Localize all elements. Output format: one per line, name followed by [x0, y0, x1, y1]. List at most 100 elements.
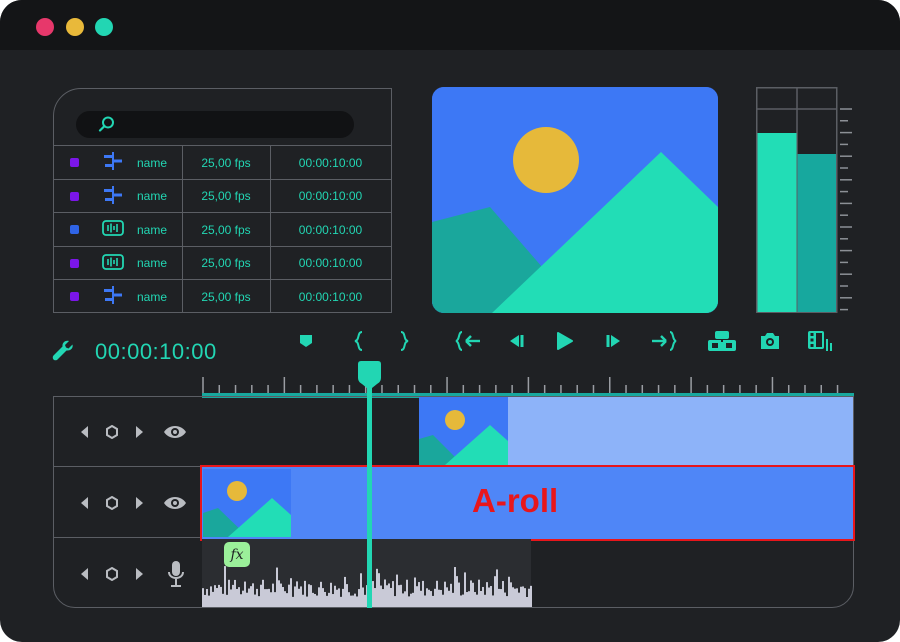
waveform-bar — [324, 591, 326, 607]
waveform-bar — [304, 580, 306, 607]
waveform-bar — [398, 585, 400, 607]
go-to-out-icon[interactable] — [648, 328, 680, 354]
waveform-bar — [300, 586, 302, 607]
step-back-icon[interactable] — [502, 328, 530, 354]
media-row[interactable]: name 25,00 fps 00:00:10:00 — [54, 145, 391, 179]
waveform-bar — [252, 583, 254, 607]
effect-badge[interactable]: fx — [224, 542, 250, 567]
media-row[interactable]: name 25,00 fps 00:00:10:00 — [54, 279, 391, 313]
waveform-bar — [270, 592, 272, 607]
media-name: name — [137, 189, 168, 203]
waveform-bar — [510, 582, 512, 607]
waveform-bar — [210, 586, 212, 607]
waveform-bar — [394, 596, 396, 607]
waveform-bar — [228, 579, 230, 607]
timeline-ruler[interactable] — [0, 360, 900, 400]
audio-wave-icon — [102, 253, 124, 274]
waveform-bar — [422, 580, 424, 607]
media-name-cell: name — [54, 280, 183, 313]
prev-keyframe-icon[interactable] — [81, 397, 89, 466]
waveform-bar — [444, 581, 446, 607]
waveform-bar — [424, 595, 426, 607]
media-fps: 25,00 fps — [182, 246, 271, 280]
media-row[interactable]: name 25,00 fps 00:00:10:00 — [54, 178, 391, 213]
go-to-in-icon[interactable] — [452, 328, 484, 354]
waveform-bar — [432, 595, 434, 607]
waveform-bar — [530, 585, 532, 607]
waveform-bar — [474, 592, 476, 607]
prev-keyframe-icon[interactable] — [81, 468, 89, 537]
waveform-bar — [412, 592, 414, 607]
title-bar — [0, 0, 900, 50]
waveform-bar — [240, 594, 242, 607]
media-duration: 00:00:10:00 — [298, 256, 363, 270]
media-row[interactable]: name 25,00 fps 00:00:10:00 — [54, 245, 391, 280]
waveform-bar — [482, 586, 484, 607]
waveform-bar — [440, 589, 442, 607]
waveform-bar — [246, 592, 248, 607]
playhead[interactable] — [354, 360, 386, 610]
next-keyframe-icon[interactable] — [135, 468, 143, 537]
eye-icon[interactable] — [163, 468, 187, 537]
waveform-bar — [320, 581, 322, 607]
waveform-bar — [298, 588, 300, 607]
mark-in-icon[interactable] — [345, 328, 373, 354]
waveform-bar — [266, 589, 268, 607]
mark-out-icon[interactable] — [390, 328, 418, 354]
waveform-bar — [238, 587, 240, 607]
waveform-bar — [280, 583, 282, 607]
close-button[interactable] — [36, 18, 54, 36]
waveform-bar — [236, 588, 238, 607]
waveform-bar — [274, 592, 276, 607]
marker-icon[interactable] — [292, 328, 320, 354]
waveform-bar — [514, 588, 516, 607]
next-keyframe-icon[interactable] — [135, 539, 143, 609]
waveform-bar — [224, 566, 226, 607]
waveform-bar — [302, 594, 304, 607]
film-settings-icon[interactable] — [805, 328, 837, 354]
waveform-bar — [434, 588, 436, 607]
step-forward-icon[interactable] — [600, 328, 628, 354]
waveform-bar — [396, 574, 398, 607]
waveform-bar — [288, 584, 290, 607]
media-fps: 25,00 fps — [182, 146, 271, 179]
media-duration: 00:00:10:00 — [298, 222, 363, 237]
waveform-bar — [426, 588, 428, 607]
prev-keyframe-icon[interactable] — [81, 539, 89, 609]
waveform-bar — [234, 579, 236, 607]
keyframe-icon[interactable] — [105, 539, 119, 609]
color-tag — [70, 292, 79, 301]
waveform-bar — [294, 586, 296, 607]
waveform-bar — [392, 581, 394, 607]
waveform-bar — [212, 591, 214, 607]
waveform-bar — [486, 582, 488, 607]
waveform-bar — [316, 595, 318, 607]
waveform-bar — [462, 594, 464, 607]
media-row[interactable]: name 25,00 fps 00:00:10:00 — [54, 212, 391, 246]
keyframe-icon[interactable] — [105, 397, 119, 466]
waveform-bar — [306, 596, 308, 607]
video-clip-upper[interactable] — [419, 397, 853, 465]
media-fps: 25,00 fps — [182, 280, 271, 313]
microphone-icon[interactable] — [166, 539, 186, 609]
search-input[interactable] — [76, 111, 354, 138]
preview-monitor[interactable] — [432, 87, 718, 313]
keyframe-icon[interactable] — [105, 468, 119, 537]
waveform-bar — [326, 595, 328, 607]
waveform-bar — [350, 595, 352, 607]
maximize-button[interactable] — [95, 18, 113, 36]
camera-switch-icon[interactable] — [706, 328, 738, 354]
next-keyframe-icon[interactable] — [135, 397, 143, 466]
play-icon[interactable] — [550, 328, 578, 354]
snapshot-icon[interactable] — [756, 328, 784, 354]
waveform-bar — [244, 581, 246, 607]
waveform-bar — [230, 589, 232, 607]
waveform-bar — [518, 592, 520, 607]
waveform-bar — [256, 588, 258, 607]
minimize-button[interactable] — [66, 18, 84, 36]
waveform-bar — [292, 596, 294, 607]
waveform-bar — [430, 591, 432, 607]
waveform-bar — [222, 593, 224, 607]
media-name-cell: name — [54, 179, 183, 213]
eye-icon[interactable] — [163, 397, 187, 466]
